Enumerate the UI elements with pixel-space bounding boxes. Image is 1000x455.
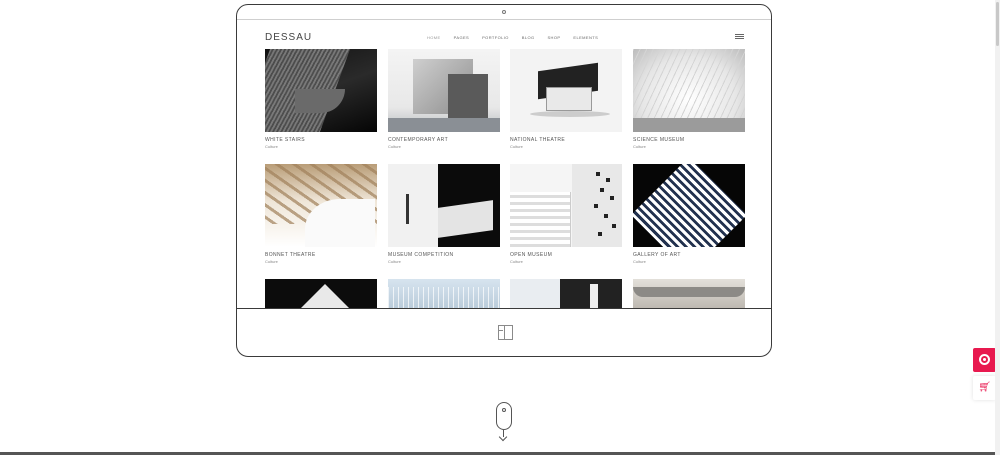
portfolio-title[interactable]: BONNET THEATRE [265, 252, 377, 258]
device-frame: DESSAU HOME PAGES PORTFOLIO BLOG SHOP EL… [236, 4, 772, 357]
target-button[interactable] [973, 348, 996, 372]
camera-dot [502, 10, 506, 14]
portfolio-title[interactable]: WHITE STAIRS [265, 137, 377, 143]
page: DESSAU HOME PAGES PORTFOLIO BLOG SHOP EL… [0, 0, 1000, 455]
portfolio-image[interactable] [633, 279, 745, 308]
portfolio-category[interactable]: Culture [265, 259, 377, 264]
portfolio-title[interactable]: GALLERY OF ART [633, 252, 745, 258]
portfolio-card[interactable] [388, 279, 500, 308]
portfolio-title[interactable]: MUSEUM COMPETITION [388, 252, 500, 258]
portfolio-category[interactable]: Culture [633, 259, 745, 264]
portfolio-card[interactable]: SCIENCE MUSEUM Culture [633, 49, 745, 149]
portfolio-image[interactable] [388, 279, 500, 308]
frame-divider-bottom [237, 308, 771, 309]
device-screen[interactable]: DESSAU HOME PAGES PORTFOLIO BLOG SHOP EL… [237, 20, 771, 308]
cart-button[interactable]: 🛒︎ [973, 376, 996, 400]
portfolio-category[interactable]: Culture [388, 144, 500, 149]
portfolio-title[interactable]: OPEN MUSEUM [510, 252, 622, 258]
portfolio-category[interactable]: Culture [510, 259, 622, 264]
portfolio-image-gallery-of-art[interactable] [633, 164, 745, 247]
layout-icon [498, 325, 513, 340]
portfolio-title[interactable]: SCIENCE MUSEUM [633, 137, 745, 143]
arrow-down-icon [498, 432, 508, 442]
portfolio-card[interactable]: MUSEUM COMPETITION Culture [388, 164, 500, 264]
hamburger-menu-icon[interactable] [735, 34, 744, 39]
portfolio-image-open-museum[interactable] [510, 164, 622, 247]
portfolio-title[interactable]: CONTEMPORARY ART [388, 137, 500, 143]
portfolio-image-white-stairs[interactable] [265, 49, 377, 132]
main-nav: HOME PAGES PORTFOLIO BLOG SHOP ELEMENTS [427, 35, 598, 40]
scrollbar-thumb[interactable] [996, 2, 999, 46]
nav-item-home[interactable]: HOME [427, 35, 441, 40]
portfolio-card[interactable]: CONTEMPORARY ART Culture [388, 49, 500, 149]
portfolio-card[interactable]: WHITE STAIRS Culture [265, 49, 377, 149]
portfolio-card[interactable]: NATIONAL THEATRE Culture [510, 49, 622, 149]
portfolio-image-national-theatre[interactable] [510, 49, 622, 132]
target-icon [979, 354, 990, 365]
portfolio-card[interactable]: GALLERY OF ART Culture [633, 164, 745, 264]
portfolio-card[interactable]: OPEN MUSEUM Culture [510, 164, 622, 264]
nav-item-elements[interactable]: ELEMENTS [573, 35, 598, 40]
portfolio-title[interactable]: NATIONAL THEATRE [510, 137, 622, 143]
site-logo[interactable]: DESSAU [265, 32, 312, 43]
portfolio-category[interactable]: Culture [510, 144, 622, 149]
cart-icon: 🛒︎ [978, 382, 991, 393]
nav-item-portfolio[interactable]: PORTFOLIO [482, 35, 509, 40]
portfolio-image-bonnet-theatre[interactable] [265, 164, 377, 247]
portfolio-card[interactable] [510, 279, 622, 308]
portfolio-category[interactable]: Culture [388, 259, 500, 264]
portfolio-card[interactable] [633, 279, 745, 308]
portfolio-image[interactable] [510, 279, 622, 308]
portfolio-card[interactable]: BONNET THEATRE Culture [265, 164, 377, 264]
portfolio-image-science-museum[interactable] [633, 49, 745, 132]
mouse-wheel [502, 408, 506, 412]
portfolio-image-museum-competition[interactable] [388, 164, 500, 247]
mouse-scroll-icon[interactable] [496, 402, 512, 430]
portfolio-image-contemporary-art[interactable] [388, 49, 500, 132]
nav-item-blog[interactable]: BLOG [522, 35, 535, 40]
portfolio-category[interactable]: Culture [265, 144, 377, 149]
portfolio-category[interactable]: Culture [633, 144, 745, 149]
scrollbar-track[interactable] [995, 0, 1000, 455]
portfolio-card[interactable] [265, 279, 377, 308]
portfolio-image[interactable] [265, 279, 377, 308]
nav-item-shop[interactable]: SHOP [547, 35, 560, 40]
nav-item-pages[interactable]: PAGES [454, 35, 470, 40]
